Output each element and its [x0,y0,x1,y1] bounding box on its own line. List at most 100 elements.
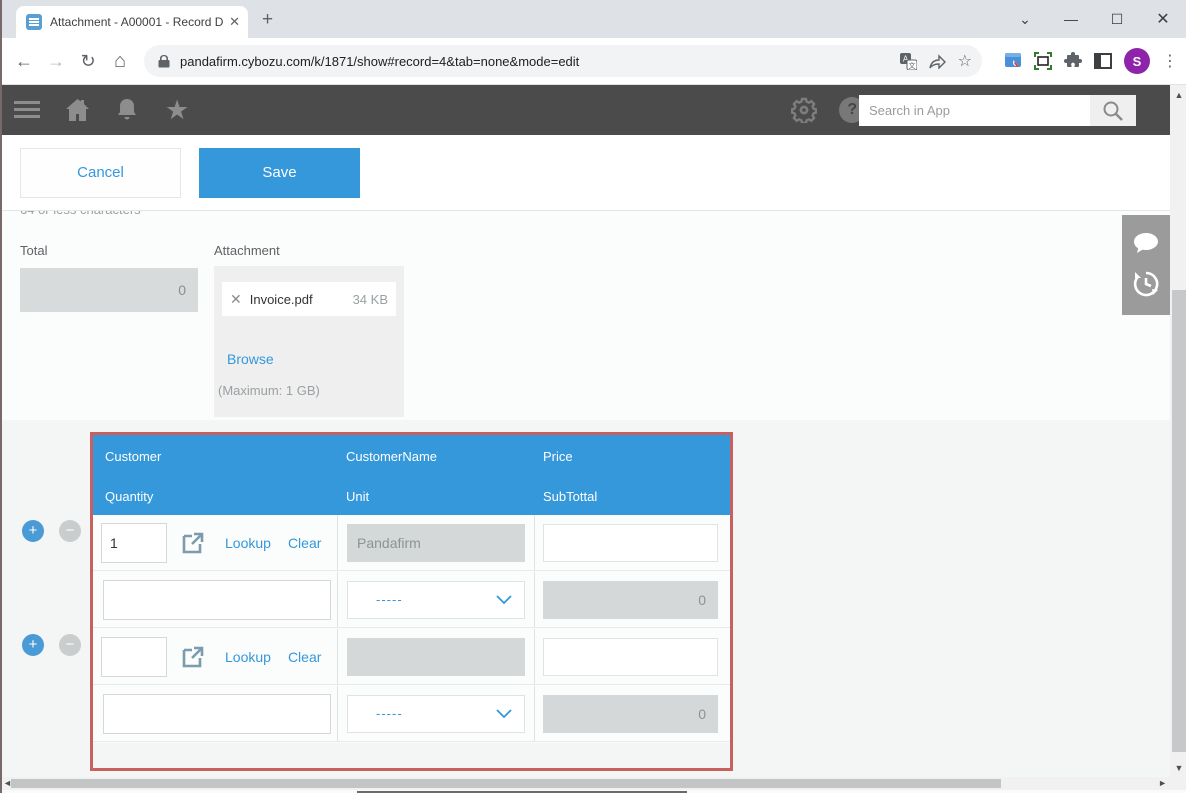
close-button[interactable]: ✕ [1140,9,1186,29]
quantity-input-1[interactable] [103,580,331,620]
favorites-star-icon[interactable]: ★ [165,95,189,126]
file-name[interactable]: Invoice.pdf [250,292,353,307]
page-content: ★ ? 64 or less characters Cancel Save To… [2,85,1186,793]
lookup-link-2[interactable]: Lookup [225,649,271,665]
scroll-up-icon[interactable]: ▲ [1170,90,1186,100]
url-text[interactable]: pandafirm.cybozu.com/k/1871/show#record=… [180,54,888,69]
portal-home-icon[interactable] [64,97,91,123]
menu-hamburger-icon[interactable] [14,101,40,119]
back-button[interactable]: ← [8,51,40,72]
subtable-header: Customer CustomerName Price Quantity Uni… [93,435,730,515]
customername-field-2 [347,638,525,676]
unit-dropdown-value-1: ----- [376,592,496,607]
scrollbar-corner [1170,777,1186,790]
lookup-window-icon[interactable] [181,531,205,555]
horizontal-scrollbar-thumb[interactable] [11,779,1001,788]
browser-tab[interactable]: Attachment - A00001 - Record D ✕ [16,6,248,38]
table-row: Lookup Clear [93,629,730,685]
vertical-scrollbar[interactable]: ▲ ▼ [1170,85,1186,777]
capture-extension-icon[interactable] [1034,52,1052,70]
col-header-customername: CustomerName [346,449,437,464]
notifications-bell-icon[interactable] [115,97,139,123]
file-size: 34 KB [353,292,388,307]
record-side-panel [1122,215,1170,315]
remove-row-button-2[interactable]: − [59,634,81,656]
add-row-button-1[interactable]: + [22,520,44,542]
attachment-dropzone: ✕ Invoice.pdf 34 KB Browse (Maximum: 1 G… [214,266,404,417]
translate-icon[interactable]: A文 [900,53,917,70]
save-button[interactable]: Save [199,148,360,198]
lookup-link-1[interactable]: Lookup [225,535,271,551]
browser-tab-bar: Attachment - A00001 - Record D ✕ + ⌄ — ☐… [2,0,1186,38]
svg-text:文: 文 [908,61,915,70]
quantity-input-2[interactable] [103,694,331,734]
kintone-favicon-icon [26,14,42,30]
unit-dropdown-2[interactable]: ----- [347,695,525,733]
minimize-button[interactable]: — [1048,11,1094,27]
unit-dropdown-1[interactable]: ----- [347,581,525,619]
share-icon[interactable] [929,53,946,69]
search-magnifier-icon [1102,100,1124,122]
extension-icons: S ⋮ [992,48,1178,74]
app-settings-gear-icon[interactable] [791,97,817,123]
lookup-window-icon[interactable] [181,645,205,669]
attachment-max-note: (Maximum: 1 GB) [218,383,320,398]
home-button[interactable]: ⌂ [104,50,136,73]
address-bar[interactable]: pandafirm.cybozu.com/k/1871/show#record=… [144,45,982,77]
table-row: Lookup Clear Pandafirm [93,515,730,571]
side-panel-icon[interactable] [1094,53,1112,69]
window-controls: ⌄ — ☐ ✕ [1002,0,1186,38]
cancel-button[interactable]: Cancel [20,148,181,198]
subtotal-field-2: 0 [543,695,718,733]
tab-title: Attachment - A00001 - Record D [50,15,223,29]
remove-file-icon[interactable]: ✕ [230,291,242,308]
remove-row-button-1[interactable]: − [59,520,81,542]
new-tab-button[interactable]: + [262,9,273,31]
attachment-field-label: Attachment [214,243,280,258]
tab-close-icon[interactable]: ✕ [229,14,240,30]
app-search-input[interactable] [859,95,1090,126]
scroll-right-icon[interactable]: ► [1158,778,1167,788]
screenshot-extension-icon[interactable] [1004,52,1022,70]
horizontal-scrollbar[interactable]: ◄ ► [2,777,1170,790]
forward-button[interactable]: → [40,51,72,72]
clear-link-2[interactable]: Clear [288,649,321,665]
chevron-down-icon [496,595,512,605]
tab-search-chevron-icon[interactable]: ⌄ [1002,11,1048,28]
record-action-bar: Cancel Save [2,135,1170,211]
bookmark-star-icon[interactable]: ☆ [958,51,972,71]
browser-toolbar: ← → ↻ ⌂ pandafirm.cybozu.com/k/1871/show… [2,38,1186,85]
attached-file-row: ✕ Invoice.pdf 34 KB [222,282,396,316]
browser-menu-icon[interactable]: ⋮ [1162,51,1178,71]
clear-link-1[interactable]: Clear [288,535,321,551]
col-header-unit: Unit [346,489,369,504]
col-header-price: Price [543,449,573,464]
subtable: Customer CustomerName Price Quantity Uni… [90,432,733,771]
profile-avatar[interactable]: S [1124,48,1150,74]
total-field-label: Total [20,243,47,258]
col-header-customer: Customer [105,449,161,464]
record-history-icon[interactable] [1132,270,1160,298]
subtotal-field-1: 0 [543,581,718,619]
col-header-subtottal: SubTottal [543,489,597,504]
price-input-2[interactable] [543,638,718,676]
price-input-1[interactable] [543,524,718,562]
unit-dropdown-value-2: ----- [376,706,496,721]
add-row-button-2[interactable]: + [22,634,44,656]
app-search-box[interactable] [859,95,1090,126]
customer-input-2[interactable] [101,637,167,677]
browse-link[interactable]: Browse [227,351,274,367]
reload-button[interactable]: ↻ [72,51,104,72]
comments-icon[interactable] [1133,232,1159,254]
table-row: ----- 0 [93,572,730,628]
subtable-filler [93,743,730,768]
scroll-down-icon[interactable]: ▼ [1170,763,1186,773]
customer-input-1[interactable] [101,523,167,563]
maximize-button[interactable]: ☐ [1094,11,1140,28]
col-header-quantity: Quantity [105,489,153,504]
extensions-puzzle-icon[interactable] [1064,52,1082,70]
chevron-down-icon [496,709,512,719]
app-search-button[interactable] [1090,95,1136,126]
vertical-scrollbar-thumb[interactable] [1172,290,1186,752]
browser-window: Attachment - A00001 - Record D ✕ + ⌄ — ☐… [0,0,1186,793]
